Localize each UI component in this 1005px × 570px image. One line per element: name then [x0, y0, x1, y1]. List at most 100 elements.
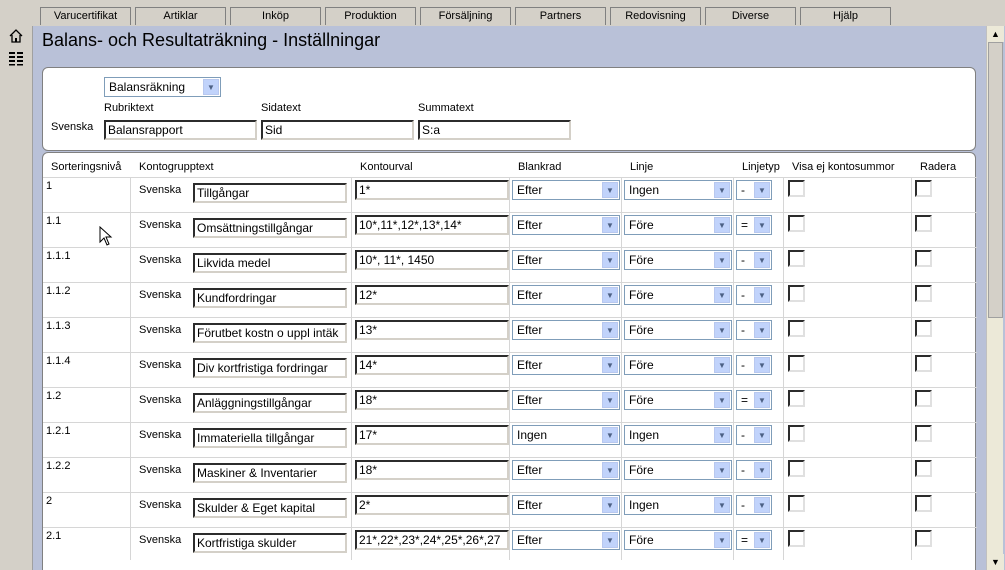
tab-redovisning[interactable]: Redovisning [610, 7, 701, 25]
line-select[interactable]: Före ▼ [624, 460, 732, 480]
account-selection-input[interactable]: 10*, 11*, 1450 [355, 250, 509, 270]
line-type-select[interactable]: = ▼ [736, 530, 772, 550]
line-type-select[interactable]: = ▼ [736, 215, 772, 235]
blank-row-select[interactable]: Efter ▼ [512, 250, 620, 270]
hide-account-sums-checkbox[interactable] [788, 390, 805, 407]
line-type-select[interactable]: - ▼ [736, 355, 772, 375]
home-icon[interactable] [8, 28, 24, 44]
line-type-select[interactable]: = ▼ [736, 390, 772, 410]
delete-checkbox[interactable] [915, 530, 932, 547]
scroll-up-icon[interactable]: ▲ [987, 26, 1004, 42]
column-divider [733, 493, 734, 527]
group-text-input[interactable]: Maskiner & Inventarier [193, 463, 347, 483]
delete-checkbox[interactable] [915, 180, 932, 197]
delete-checkbox[interactable] [915, 425, 932, 442]
tab-inkop[interactable]: Inköp [230, 7, 321, 25]
tab-varucertifikat[interactable]: Varucertifikat [40, 7, 131, 25]
line-select[interactable]: Före ▼ [624, 390, 732, 410]
tab-hjalp[interactable]: Hjälp [800, 7, 891, 25]
group-text-input[interactable]: Tillgångar [193, 183, 347, 203]
account-selection-input[interactable]: 12* [355, 285, 509, 305]
account-selection-input[interactable]: 2* [355, 495, 509, 515]
line-select[interactable]: Före ▼ [624, 215, 732, 235]
account-selection-input[interactable]: 14* [355, 355, 509, 375]
hide-account-sums-checkbox[interactable] [788, 355, 805, 372]
hide-account-sums-checkbox[interactable] [788, 250, 805, 267]
blank-row-select[interactable]: Ingen ▼ [512, 425, 620, 445]
group-text-input[interactable]: Immateriella tillgångar [193, 428, 347, 448]
hide-account-sums-checkbox[interactable] [788, 425, 805, 442]
group-text-input[interactable]: Anläggningstillgångar [193, 393, 347, 413]
line-select[interactable]: Före ▼ [624, 250, 732, 270]
blank-row-select[interactable]: Efter ▼ [512, 390, 620, 410]
hide-account-sums-checkbox[interactable] [788, 285, 805, 302]
account-selection-input[interactable]: 21*,22*,23*,24*,25*,26*,27 [355, 530, 509, 550]
blank-row-select[interactable]: Efter ▼ [512, 355, 620, 375]
delete-checkbox[interactable] [915, 390, 932, 407]
line-select[interactable]: Före ▼ [624, 285, 732, 305]
account-selection-input[interactable]: 18* [355, 390, 509, 410]
hide-account-sums-checkbox[interactable] [788, 180, 805, 197]
column-divider [621, 388, 622, 422]
list-icon[interactable] [8, 50, 24, 66]
line-select[interactable]: Ingen ▼ [624, 425, 732, 445]
group-text-input[interactable]: Omsättningstillgångar [193, 218, 347, 238]
delete-checkbox[interactable] [915, 320, 932, 337]
tab-artiklar[interactable]: Artiklar [135, 7, 226, 25]
delete-checkbox[interactable] [915, 215, 932, 232]
line-type-select[interactable]: - ▼ [736, 495, 772, 515]
blank-row-select[interactable]: Efter ▼ [512, 460, 620, 480]
tab-partners[interactable]: Partners [515, 7, 606, 25]
group-text-input[interactable]: Förutbet kostn o uppl intäk [193, 323, 347, 343]
line-select[interactable]: Före ▼ [624, 530, 732, 550]
tab-forsaljning[interactable]: Försäljning [420, 7, 511, 25]
delete-checkbox[interactable] [915, 460, 932, 477]
summa-input[interactable]: S:a [418, 120, 571, 140]
tab-produktion[interactable]: Produktion [325, 7, 416, 25]
blank-row-select[interactable]: Efter ▼ [512, 530, 620, 550]
line-type-select[interactable]: - ▼ [736, 250, 772, 270]
group-text-input[interactable]: Kortfristiga skulder [193, 533, 347, 553]
line-select[interactable]: Ingen ▼ [624, 180, 732, 200]
group-text-input[interactable]: Likvida medel [193, 253, 347, 273]
line-type-select[interactable]: - ▼ [736, 285, 772, 305]
blank-row-select[interactable]: Efter ▼ [512, 215, 620, 235]
blank-row-select[interactable]: Efter ▼ [512, 285, 620, 305]
line-select[interactable]: Före ▼ [624, 320, 732, 340]
account-selection-input[interactable]: 10*,11*,12*,13*,14* [355, 215, 509, 235]
blank-row-select[interactable]: Efter ▼ [512, 180, 620, 200]
tab-diverse[interactable]: Diverse [705, 7, 796, 25]
account-selection-input[interactable]: 18* [355, 460, 509, 480]
delete-checkbox[interactable] [915, 355, 932, 372]
sida-input[interactable]: Sid [261, 120, 414, 140]
group-text-input[interactable]: Skulder & Eget kapital [193, 498, 347, 518]
blank-row-select[interactable]: Efter ▼ [512, 320, 620, 340]
vertical-scrollbar[interactable]: ▲ ▼ [986, 26, 1004, 570]
group-text-input[interactable]: Kundfordringar [193, 288, 347, 308]
line-select[interactable]: Ingen ▼ [624, 495, 732, 515]
line-type-select[interactable]: - ▼ [736, 425, 772, 445]
scrollbar-thumb[interactable] [988, 42, 1003, 318]
line-type-select[interactable]: - ▼ [736, 460, 772, 480]
line-select[interactable]: Före ▼ [624, 355, 732, 375]
delete-checkbox[interactable] [915, 495, 932, 512]
hide-account-sums-checkbox[interactable] [788, 460, 805, 477]
top-tab-bar: Varucertifikat Artiklar Inköp Produktion… [0, 0, 1005, 26]
account-selection-input[interactable]: 1* [355, 180, 509, 200]
line-type-select[interactable]: - ▼ [736, 180, 772, 200]
account-selection-input[interactable]: 17* [355, 425, 509, 445]
hide-account-sums-checkbox[interactable] [788, 495, 805, 512]
hide-account-sums-checkbox[interactable] [788, 215, 805, 232]
delete-checkbox[interactable] [915, 285, 932, 302]
account-selection-input[interactable]: 13* [355, 320, 509, 340]
blank-row-select[interactable]: Efter ▼ [512, 495, 620, 515]
hide-account-sums-checkbox[interactable] [788, 320, 805, 337]
line-type-select[interactable]: - ▼ [736, 320, 772, 340]
report-type-select[interactable]: Balansräkning ▼ [104, 77, 221, 97]
group-text-input[interactable]: Div kortfristiga fordringar [193, 358, 347, 378]
hide-account-sums-checkbox[interactable] [788, 530, 805, 547]
delete-checkbox[interactable] [915, 250, 932, 267]
row-language: Svenska [139, 289, 182, 301]
scroll-down-icon[interactable]: ▼ [987, 554, 1004, 570]
rubrik-input[interactable]: Balansrapport [104, 120, 257, 140]
